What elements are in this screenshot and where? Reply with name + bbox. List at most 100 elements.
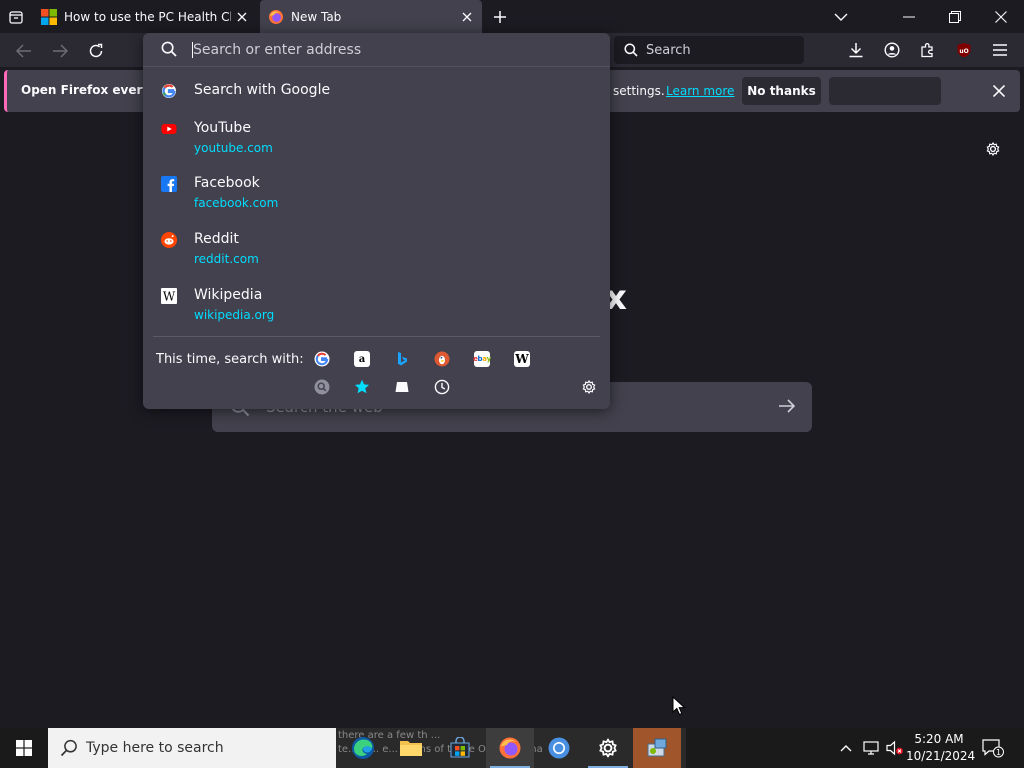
learn-more-link[interactable]: Learn more [666,84,734,98]
gear-icon [582,379,596,395]
newtab-settings-button[interactable] [982,138,1004,160]
firefox-view-button[interactable] [0,0,32,33]
engine-tabs-button[interactable] [391,376,413,398]
edge-icon [352,737,374,759]
taskbar-clock[interactable]: 5:20 AM 10/21/2024 [906,731,976,765]
search-icon [60,739,77,757]
control-panel-icon [647,738,667,757]
ublock-origin-button[interactable]: uO [950,36,978,64]
engine-google-button[interactable] [311,348,333,370]
tab-pc-health-check[interactable]: How to use the PC Health Check [33,0,257,33]
firefox-logo-icon [499,737,521,759]
new-tab-button[interactable] [488,5,512,29]
window-close-button[interactable] [978,0,1024,33]
arrow-left-icon [16,44,31,58]
ebay-icon: ebay [473,351,491,367]
network-status-button[interactable] [860,728,882,768]
address-bar-dropdown: Search with Google YouTube youtube.com F… [143,33,610,409]
result-search-with-google[interactable]: Search with Google [151,75,602,107]
restore-icon [949,10,961,23]
windows-taskbar: Type here to search there are a few th .… [0,728,1024,768]
result-facebook[interactable]: Facebook facebook.com [151,172,602,218]
taskbar-search-box[interactable]: Type here to search [48,728,336,768]
reload-icon [89,43,103,58]
result-title: Reddit [194,231,239,247]
facebook-icon [161,176,177,192]
taskbar-file-explorer-button[interactable] [387,728,435,768]
windows-logo-icon [16,740,32,756]
restore-button[interactable] [932,0,978,33]
downloads-button[interactable] [842,36,870,64]
taskbar-chrome-button[interactable] [535,728,583,768]
account-icon [884,42,900,58]
set-default-button[interactable] [829,77,941,105]
toolbar-search-placeholder: Search [646,42,691,58]
chevron-down-icon [834,13,848,21]
tab-close-button[interactable] [456,6,478,28]
engine-duckduckgo-button[interactable] [431,348,453,370]
hamburger-menu-icon [993,44,1007,56]
volume-muted-icon [886,740,903,756]
toolbar-search-box[interactable]: Search [614,36,804,64]
address-bar[interactable] [143,33,610,67]
engine-amazon-button[interactable]: a [351,348,373,370]
result-title: YouTube [194,120,251,136]
firefox-view-icon [9,10,23,24]
engine-bing-button[interactable] [391,348,413,370]
taskbar-store-button[interactable] [436,728,484,768]
show-hidden-icons-button[interactable] [836,728,856,768]
search-settings-button[interactable] [578,376,600,398]
tab-close-button[interactable] [231,6,253,28]
address-input[interactable] [193,39,593,61]
one-off-search-label: This time, search with: [156,352,304,367]
puzzle-piece-icon [921,43,933,58]
taskbar-edge-button[interactable] [339,728,387,768]
app-menu-button[interactable] [986,36,1014,64]
one-off-divider [153,336,600,337]
volume-button[interactable] [884,728,906,768]
amazon-icon: a [354,351,370,367]
no-thanks-button[interactable]: No thanks [742,77,821,105]
arrow-right-icon[interactable] [778,397,796,415]
account-button[interactable] [878,36,906,64]
wikipedia-icon: W [514,351,530,367]
engine-wikipedia-button[interactable]: W [511,348,533,370]
start-button[interactable] [0,728,48,768]
minimize-button[interactable] [886,0,932,33]
tab-new-tab[interactable]: New Tab [260,0,482,33]
list-all-tabs-button[interactable] [818,0,864,33]
clock-date: 10/21/2024 [906,749,976,763]
gear-icon [986,141,1000,157]
minimize-icon [903,16,915,17]
back-button[interactable] [10,37,38,65]
result-reddit[interactable]: Reddit reddit.com [151,228,602,274]
engine-history-button[interactable] [431,376,453,398]
search-icon [624,43,638,57]
notification-close-button[interactable] [987,79,1011,103]
clock-time: 5:20 AM [914,732,964,746]
engine-ebay-button[interactable]: ebay [471,348,493,370]
taskbar-settings-button[interactable] [584,728,632,768]
store-icon [450,737,470,758]
close-icon [462,12,472,21]
taskbar-control-panel-button[interactable] [633,728,681,768]
engine-history-search-button[interactable] [311,376,333,398]
notification-icon: 1 [982,739,1004,758]
taskbar-firefox-button[interactable] [486,728,534,768]
star-icon [354,379,370,394]
result-youtube[interactable]: YouTube youtube.com [151,117,602,163]
reload-button[interactable] [82,37,110,65]
result-wikipedia[interactable]: W Wikipedia wikipedia.org [151,284,602,330]
engine-bookmarks-button[interactable] [351,376,373,398]
extensions-button[interactable] [914,36,942,64]
result-url: youtube.com [194,141,273,155]
result-url: reddit.com [194,252,259,266]
close-icon [995,10,1007,23]
forward-button[interactable] [46,37,74,65]
google-icon [162,84,176,98]
svg-text:W: W [163,290,176,304]
tab-strip: How to use the PC Health Check New Tab [0,0,1024,33]
microsoft-logo-icon [41,8,57,25]
tab-icon [395,382,409,392]
action-center-button[interactable]: 1 [978,728,1008,768]
